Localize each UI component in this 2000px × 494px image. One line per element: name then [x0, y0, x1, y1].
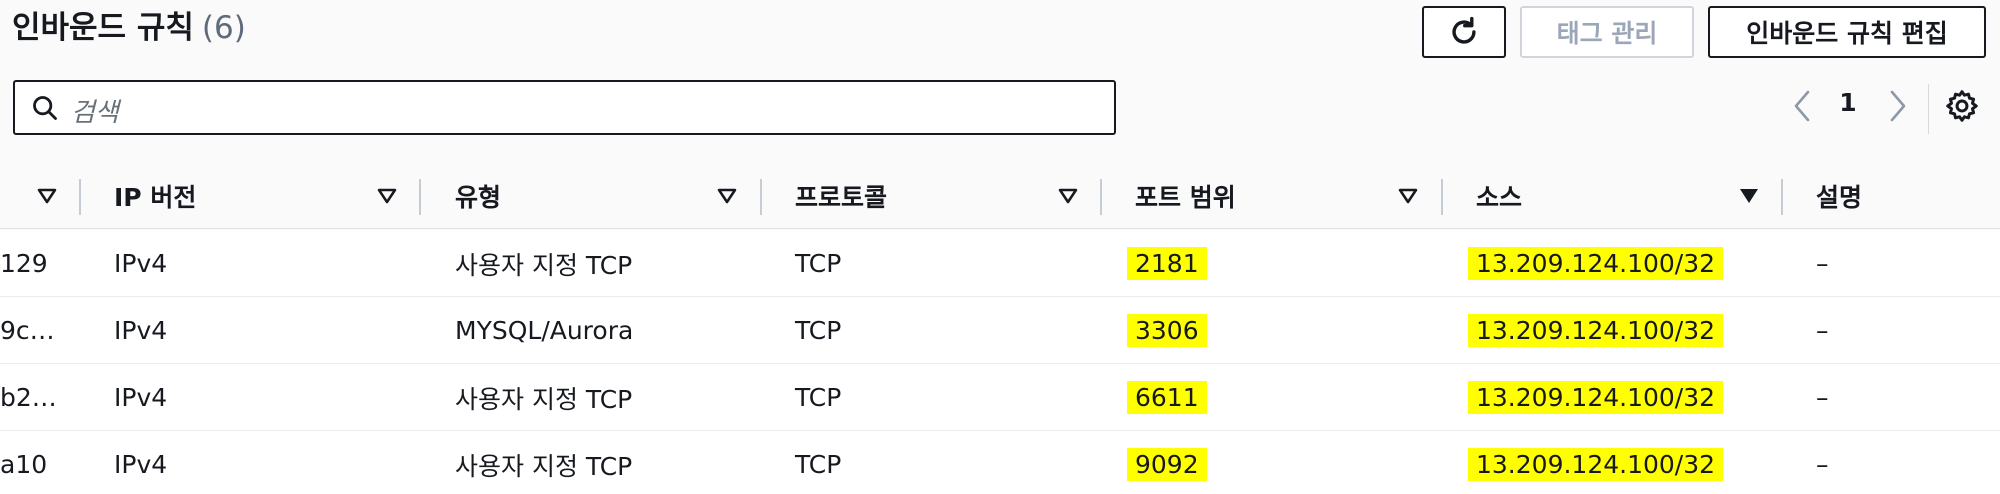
table-row[interactable]: 9c… IPv4 MYSQL/Aurora TCP 3306 13.209.12… — [0, 297, 2000, 364]
type-cell: MYSQL/Aurora — [455, 316, 634, 345]
search-placeholder: 검색 — [71, 98, 119, 128]
table-row[interactable]: b2… IPv4 사용자 지정 TCP TCP 6611 13.209.124.… — [0, 364, 2000, 431]
chevron-right-icon[interactable] — [1882, 86, 1912, 126]
page-title: 인바운드 규칙 (6) — [12, 8, 246, 48]
description-cell: – — [1816, 316, 1829, 345]
manage-tags-button[interactable]: 태그 관리 — [1520, 6, 1694, 58]
column-header-ip-version[interactable]: IP 버전 — [114, 163, 196, 229]
title-text: 인바운드 규칙 — [12, 10, 194, 46]
sort-down-icon[interactable] — [1057, 185, 1079, 207]
refresh-button[interactable] — [1422, 6, 1506, 58]
column-header-description[interactable]: 설명 — [1816, 163, 1862, 229]
source-cell: 13.209.124.100/32 — [1468, 381, 1724, 414]
column-header-port-range[interactable]: 포트 범위 — [1135, 163, 1236, 229]
pager-divider — [1928, 84, 1929, 134]
edit-inbound-rules-button[interactable]: 인바운드 규칙 편집 — [1708, 6, 1986, 58]
column-header-type[interactable]: 유형 — [455, 163, 501, 229]
source-cell: 13.209.124.100/32 — [1468, 448, 1724, 481]
type-cell: 사용자 지정 TCP — [455, 384, 633, 414]
column-divider[interactable] — [419, 179, 421, 215]
ip-version-cell: IPv4 — [114, 450, 168, 479]
description-cell: – — [1816, 383, 1829, 412]
protocol-cell: TCP — [795, 383, 842, 412]
refresh-icon — [1452, 16, 1476, 44]
column-divider[interactable] — [1441, 179, 1443, 215]
rule-id-cell: b2… — [0, 383, 57, 412]
search-icon — [33, 96, 57, 120]
rule-id-cell: 129 — [0, 249, 48, 278]
ip-version-cell: IPv4 — [114, 249, 168, 278]
column-header-protocol[interactable]: 프로토콜 — [795, 163, 887, 229]
table-row[interactable]: 129 IPv4 사용자 지정 TCP TCP 2181 13.209.124.… — [0, 230, 2000, 297]
protocol-cell: TCP — [795, 316, 842, 345]
ip-version-cell: IPv4 — [114, 316, 168, 345]
port-range-cell: 9092 — [1127, 448, 1207, 481]
description-cell: – — [1816, 249, 1829, 278]
column-header-source[interactable]: 소스 — [1476, 163, 1522, 229]
ip-version-cell: IPv4 — [114, 383, 168, 412]
search-input[interactable]: 검색 — [13, 80, 1116, 135]
type-cell: 사용자 지정 TCP — [455, 250, 633, 280]
port-range-cell: 6611 — [1127, 381, 1207, 414]
page-number[interactable]: 1 — [1832, 88, 1864, 117]
column-divider[interactable] — [79, 179, 81, 215]
sort-down-icon[interactable] — [376, 185, 398, 207]
port-range-cell: 3306 — [1127, 314, 1207, 347]
gear-icon[interactable] — [1944, 88, 1980, 124]
sort-active-down-icon[interactable] — [1738, 185, 1760, 207]
chevron-left-icon[interactable] — [1788, 86, 1818, 126]
column-divider[interactable] — [1781, 179, 1783, 215]
sort-down-icon[interactable] — [36, 185, 58, 207]
rule-count: (6) — [201, 10, 246, 46]
table-row[interactable]: a10 IPv4 사용자 지정 TCP TCP 9092 13.209.124.… — [0, 431, 2000, 494]
sort-down-icon[interactable] — [716, 185, 738, 207]
table-header: IP 버전 유형 프로토콜 포트 범위 소스 설명 — [0, 163, 2000, 229]
type-cell: 사용자 지정 TCP — [455, 451, 633, 481]
column-divider[interactable] — [1100, 179, 1102, 215]
sort-down-icon[interactable] — [1397, 185, 1419, 207]
protocol-cell: TCP — [795, 249, 842, 278]
column-divider[interactable] — [760, 179, 762, 215]
source-cell: 13.209.124.100/32 — [1468, 247, 1724, 280]
description-cell: – — [1816, 450, 1829, 479]
security-group-inbound-rules: 인바운드 규칙 (6) 태그 관리 인바운드 규칙 편집 검색 1 IP 버전 유… — [0, 0, 2000, 494]
protocol-cell: TCP — [795, 450, 842, 479]
source-cell: 13.209.124.100/32 — [1468, 314, 1724, 347]
rule-id-cell: 9c… — [0, 316, 55, 345]
rule-id-cell: a10 — [0, 450, 48, 479]
port-range-cell: 2181 — [1127, 247, 1207, 280]
